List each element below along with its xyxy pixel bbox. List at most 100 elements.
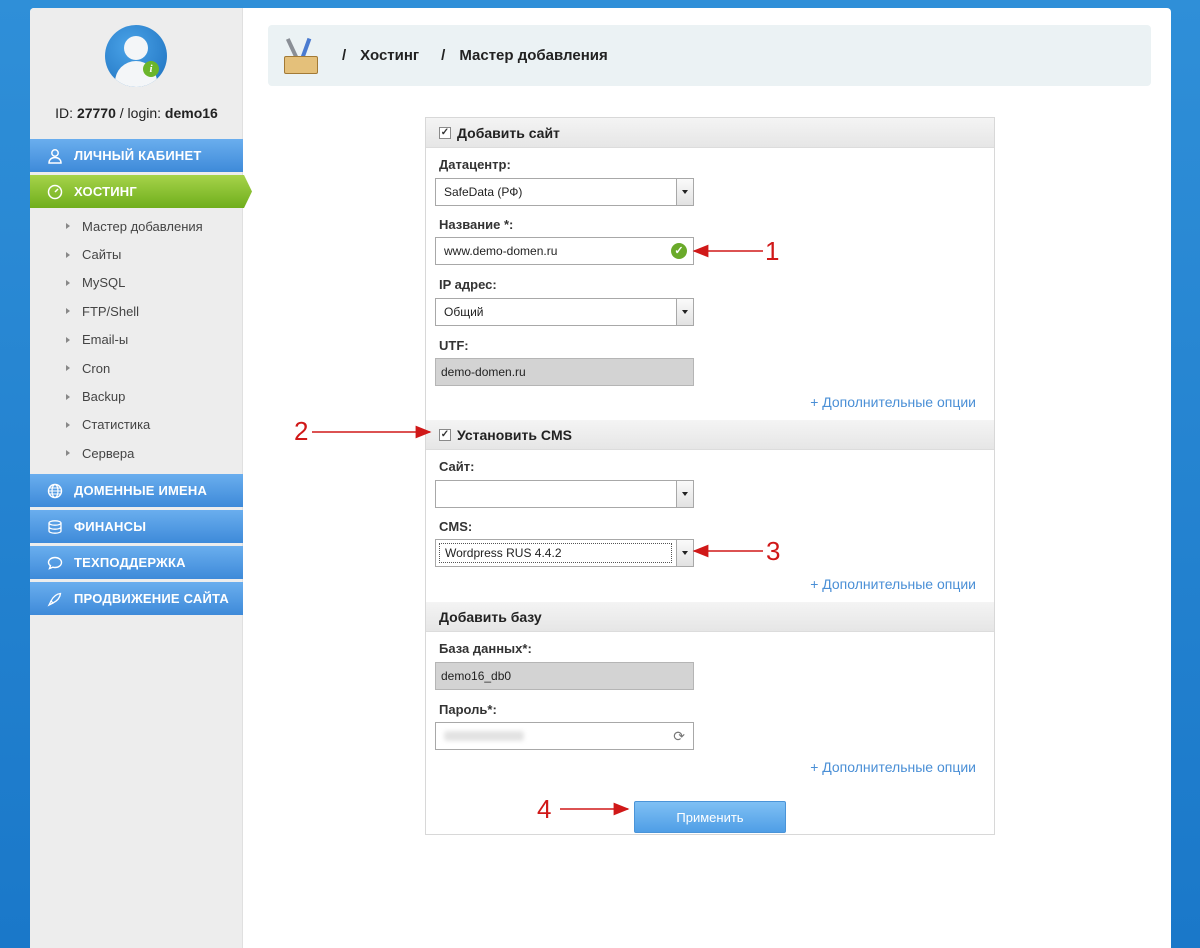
- name-value: www.demo-domen.ru: [444, 244, 558, 258]
- nav-hosting[interactable]: Хостинг: [30, 175, 252, 208]
- submenu-label: Email-ы: [82, 332, 129, 348]
- db-name-field: demo16_db0: [435, 662, 694, 690]
- datacenter-value: SafeData (РФ): [444, 185, 523, 199]
- nav-support[interactable]: Техподдержка: [30, 546, 243, 579]
- submenu-item[interactable]: MySQL: [30, 269, 243, 297]
- breadcrumb: / Хостинг / Мастер добавления: [268, 25, 1151, 86]
- breadcrumb-label: Мастер добавления: [459, 47, 608, 64]
- utf-field: demo-domen.ru: [435, 358, 694, 386]
- submenu-label: Cron: [82, 360, 111, 376]
- chevron-right-icon: [66, 393, 70, 400]
- section-add-site-header: ✓ Добавить сайт: [426, 118, 994, 148]
- nav-hosting-label: Хостинг: [74, 184, 137, 199]
- nav-cabinet[interactable]: Личный кабинет: [30, 139, 243, 172]
- name-input[interactable]: www.demo-domen.ru ✓: [435, 237, 694, 265]
- nav-promo[interactable]: Продвижение сайта: [30, 582, 243, 615]
- nav-support-label: Техподдержка: [74, 555, 186, 570]
- check-circle-icon: ✓: [671, 243, 687, 259]
- chevron-right-icon: [66, 251, 70, 258]
- user-id-prefix: ID:: [55, 105, 77, 121]
- nav-domains[interactable]: Доменные имена: [30, 474, 243, 507]
- refresh-icon[interactable]: ⟳: [673, 728, 685, 745]
- add-site-form: ✓ Добавить сайт Датацентр: SafeData (РФ)…: [425, 117, 995, 835]
- nav-domains-label: Доменные имена: [74, 483, 208, 498]
- user-id: 27770: [76, 105, 116, 121]
- cms-site-select[interactable]: [435, 480, 694, 508]
- chevron-down-icon[interactable]: [676, 481, 693, 507]
- chevron-down-icon[interactable]: [676, 299, 693, 325]
- install-cms-checkbox[interactable]: ✓: [439, 428, 451, 441]
- submenu-item[interactable]: Мастер добавления: [30, 212, 243, 240]
- db-more-options-link[interactable]: + Дополнительные опции: [810, 759, 976, 775]
- coins-icon: [46, 518, 64, 536]
- submenu-label: Сайты: [82, 247, 122, 263]
- chevron-down-icon[interactable]: [676, 540, 693, 566]
- utf-label: UTF:: [439, 338, 469, 353]
- annotation-number: 4: [537, 794, 552, 824]
- section-title: Установить CMS: [457, 426, 572, 443]
- add-site-checkbox[interactable]: ✓: [439, 126, 451, 139]
- submenu-item[interactable]: Email-ы: [30, 326, 243, 354]
- ip-value: Общий: [444, 305, 484, 319]
- chevron-down-icon[interactable]: [676, 179, 693, 205]
- globe-icon: [46, 482, 64, 500]
- nav-cabinet-label: Личный кабинет: [74, 148, 202, 163]
- user-icon: [46, 147, 64, 165]
- cms-label: CMS:: [439, 519, 473, 534]
- rocket-icon: [46, 590, 64, 608]
- submenu-item[interactable]: Cron: [30, 354, 243, 382]
- chevron-right-icon: [66, 279, 70, 286]
- submenu-label: MySQL: [82, 275, 126, 291]
- submenu-item[interactable]: FTP/Shell: [30, 297, 243, 325]
- add-site-more-options-link[interactable]: + Дополнительные опции: [810, 394, 976, 410]
- breadcrumb-label: Хостинг: [360, 47, 420, 64]
- user-avatar[interactable]: i: [105, 25, 167, 87]
- gauge-icon: [46, 183, 64, 201]
- sidebar: i ID: 27770 / login: demo16 Личный кабин…: [30, 8, 252, 948]
- submenu-label: Backup: [82, 389, 126, 405]
- annotation-number: 1: [765, 236, 780, 266]
- datacenter-select[interactable]: SafeData (РФ): [435, 178, 694, 206]
- annotation-number: 3: [766, 536, 781, 566]
- submenu-item[interactable]: Сервера: [30, 439, 243, 467]
- user-login: demo16: [164, 105, 218, 121]
- breadcrumb-separator: /: [441, 47, 446, 64]
- password-input[interactable]: ⟳: [435, 722, 694, 750]
- section-add-db-header: Добавить базу: [426, 602, 994, 632]
- ip-select[interactable]: Общий: [435, 298, 694, 326]
- apply-button[interactable]: Применить: [634, 801, 786, 833]
- hosting-submenu: Мастер добавления Сайты MySQL FTP/Shell …: [30, 212, 243, 468]
- chat-bubble-icon: [46, 554, 64, 572]
- chevron-right-icon: [66, 421, 70, 428]
- chevron-right-icon: [66, 308, 70, 315]
- ip-label: IP адрес:: [439, 277, 497, 292]
- name-label: Название *:: [439, 217, 514, 232]
- chevron-right-icon: [66, 223, 70, 230]
- submenu-item[interactable]: Сайты: [30, 240, 243, 268]
- section-title: Добавить базу: [439, 608, 542, 625]
- nav-finance-label: Финансы: [74, 519, 147, 534]
- submenu-item[interactable]: Backup: [30, 382, 243, 410]
- cms-more-options-link[interactable]: + Дополнительные опции: [810, 576, 976, 592]
- db-name-value: demo16_db0: [441, 669, 512, 683]
- password-masked-value: [444, 731, 524, 741]
- user-login-prefix: / login:: [115, 105, 165, 121]
- breadcrumb-item-hosting[interactable]: / Хостинг: [342, 47, 419, 64]
- submenu-item[interactable]: Статистика: [30, 411, 243, 439]
- utf-value: demo-domen.ru: [441, 365, 526, 379]
- user-id-line: ID: 27770 / login: demo16: [30, 105, 243, 121]
- app-frame: i ID: 27770 / login: demo16 Личный кабин…: [30, 8, 1171, 948]
- info-icon: i: [143, 61, 159, 77]
- cms-select[interactable]: Wordpress RUS 4.4.2: [435, 539, 694, 567]
- submenu-label: Сервера: [82, 445, 135, 461]
- password-label: Пароль*:: [439, 702, 497, 717]
- chevron-right-icon: [66, 365, 70, 372]
- annotation-number: 2: [294, 416, 309, 446]
- submenu-label: Мастер добавления: [82, 218, 203, 234]
- section-title: Добавить сайт: [457, 124, 560, 141]
- nav-finance[interactable]: Финансы: [30, 510, 243, 543]
- cms-site-label: Сайт:: [439, 459, 475, 474]
- breadcrumb-item-wizard: / Мастер добавления: [441, 47, 608, 64]
- submenu-label: Статистика: [82, 417, 151, 433]
- avatar-head: [124, 36, 148, 60]
